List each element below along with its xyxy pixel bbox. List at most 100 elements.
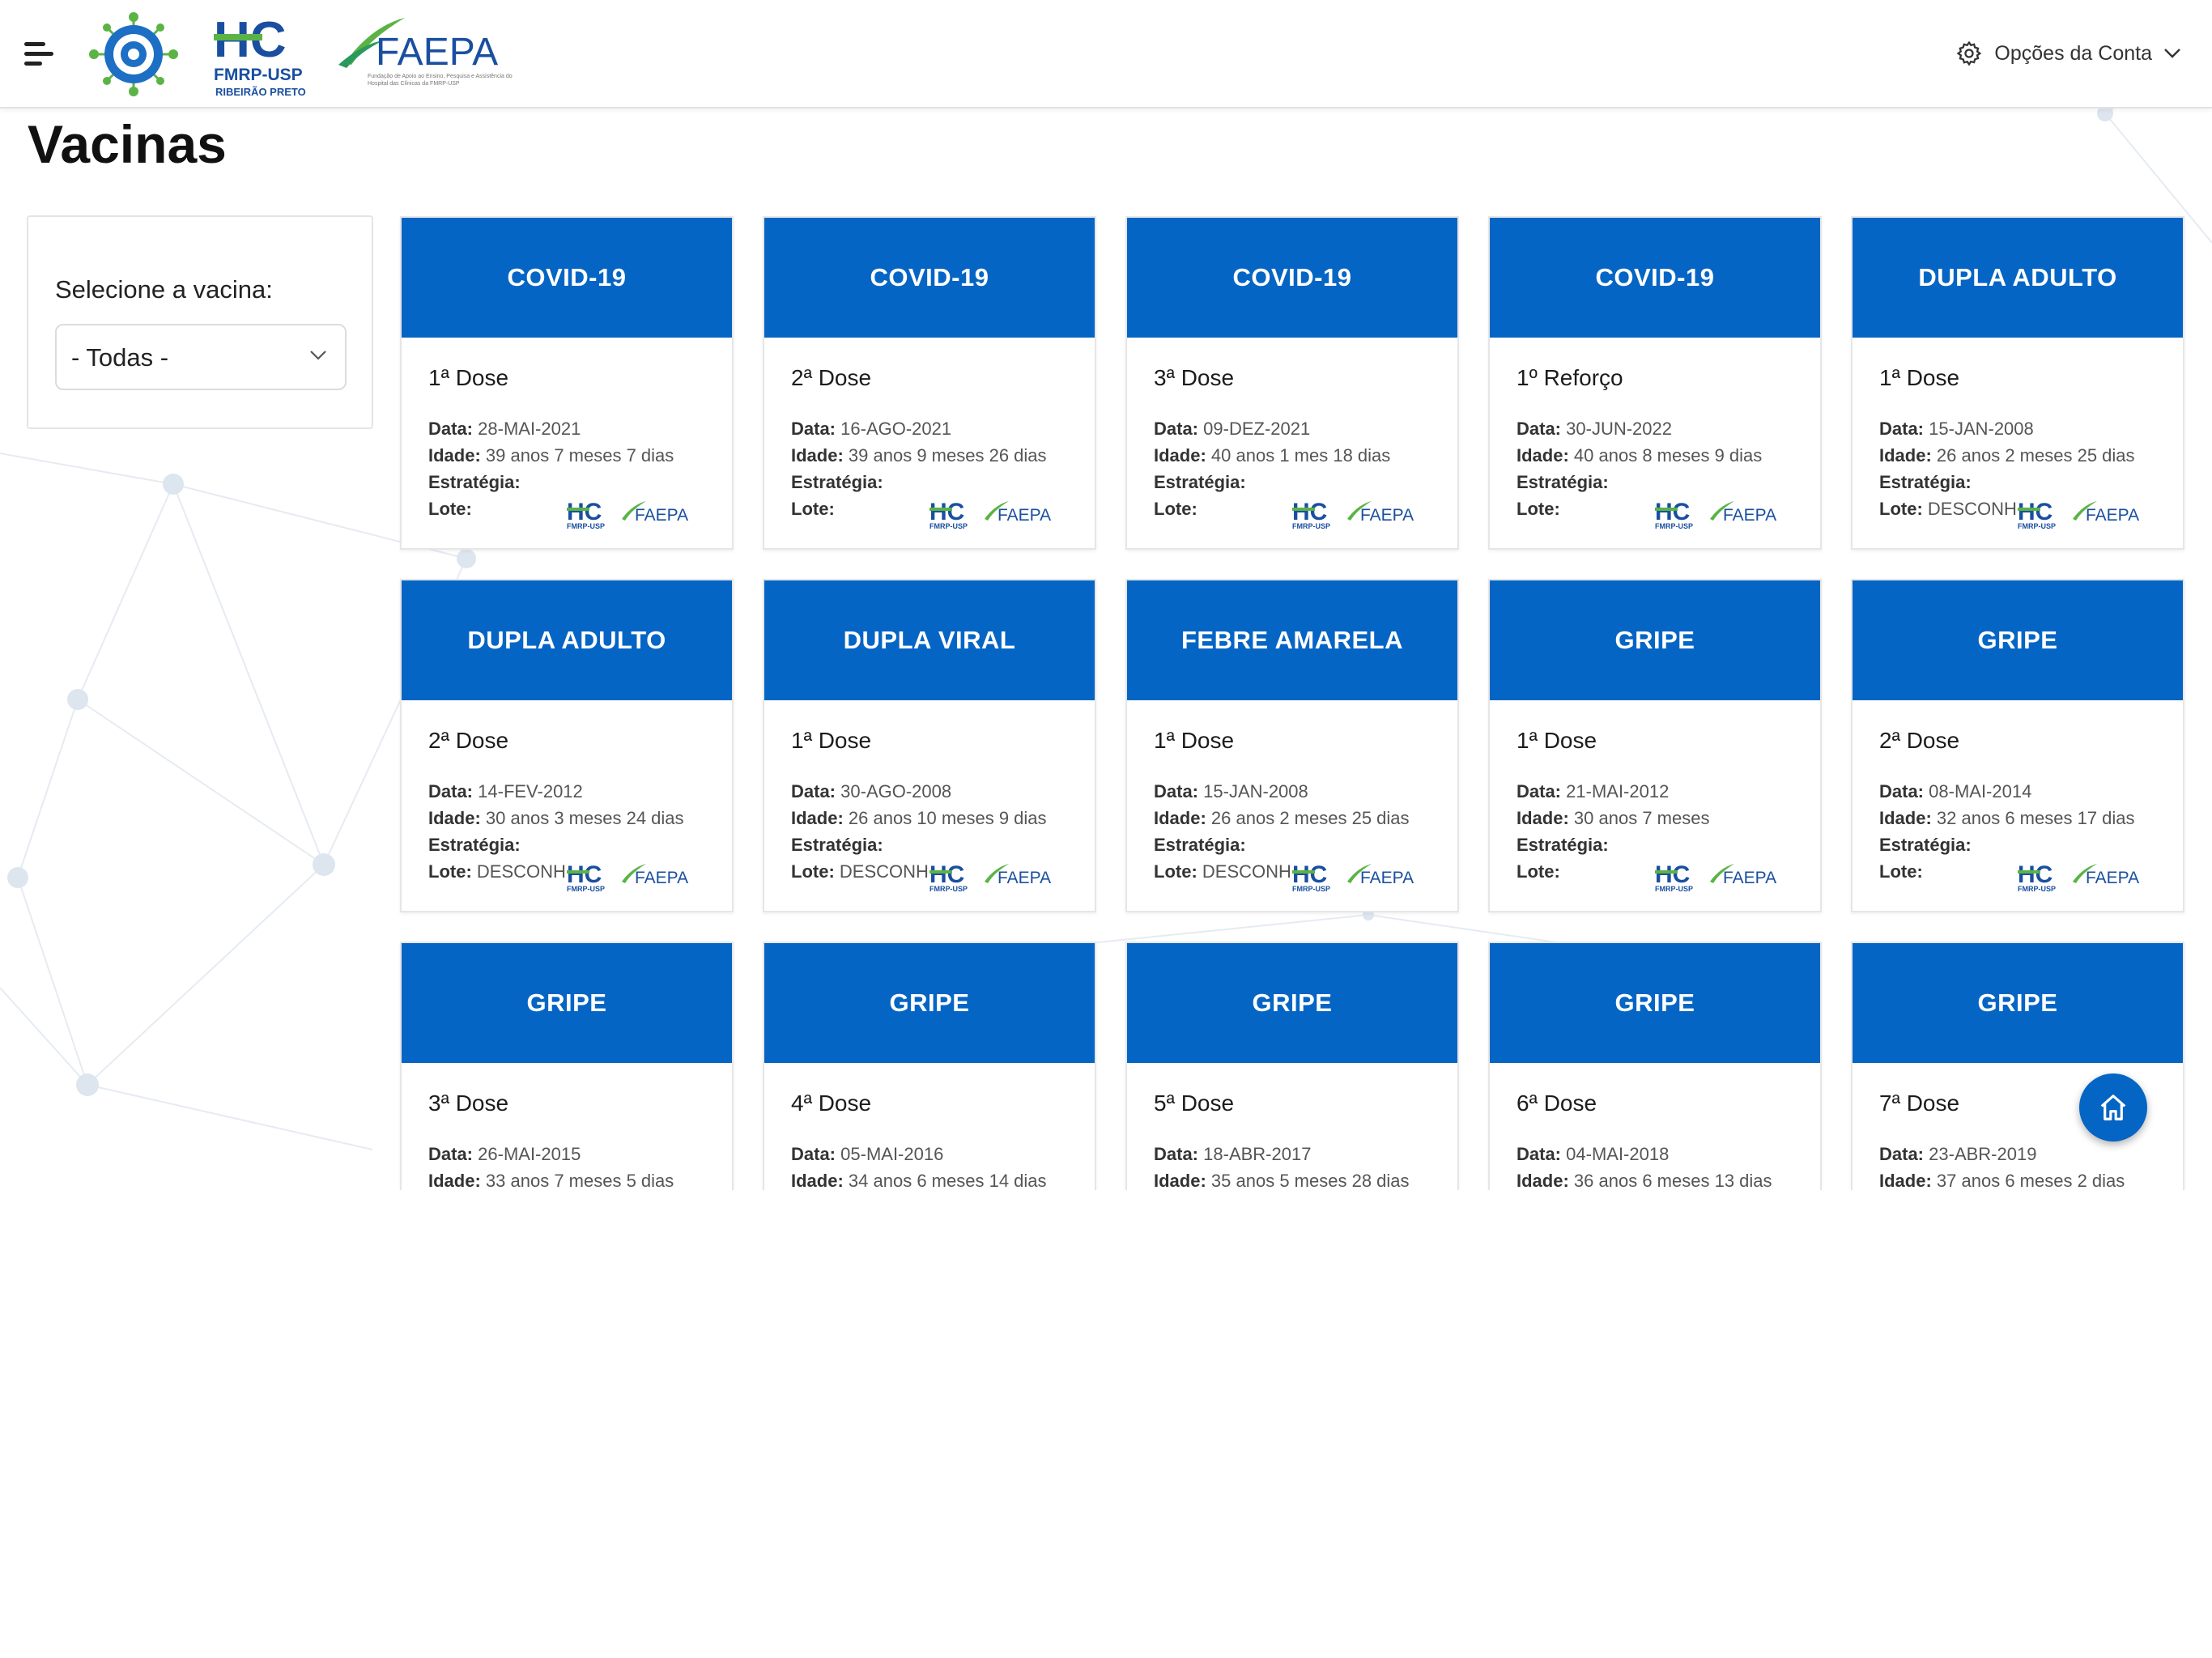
vaccine-card-header: GRIPE (1127, 943, 1457, 1063)
vaccine-date-row: Data: 18-ABR-2017 (1154, 1144, 1311, 1165)
account-options-label: Opções da Conta (1994, 41, 2152, 65)
vaccine-age: 36 anos 6 meses 13 dias (1573, 1171, 1772, 1190)
vaccine-card[interactable]: GRIPE 6ª Dose Data: 04-MAI-2018 Idade: 3… (1488, 942, 1822, 1190)
hamburger-menu-icon[interactable] (24, 40, 57, 70)
vaccine-age-row: Idade: 26 anos 2 meses 25 dias (1879, 445, 2135, 466)
vaccine-card[interactable]: FEBRE AMARELA 1ª Dose Data: 15-JAN-2008 … (1125, 579, 1459, 912)
vaccine-card[interactable]: DUPLA ADULTO 1ª Dose Data: 15-JAN-2008 I… (1851, 216, 2184, 550)
svg-text:FAEPA: FAEPA (2086, 506, 2139, 525)
faepa-tagline: Fundação de Apoio ao Ensino, Pesquisa e … (368, 74, 513, 87)
vaccine-batch-row: Lote: (791, 499, 835, 520)
vaccine-card[interactable]: DUPLA ADULTO 2ª Dose Data: 14-FEV-2012 I… (400, 579, 734, 912)
vaccine-card[interactable]: GRIPE 7ª Dose Data: 23-ABR-2019 Idade: 3… (1851, 942, 2184, 1190)
age-label: Idade: (428, 1171, 481, 1190)
vaccine-strategy-row: Estratégia: (1154, 472, 1246, 493)
batch-label: Lote: (1516, 861, 1560, 882)
vaccine-card-header: GRIPE (1853, 943, 2183, 1063)
date-label: Data: (1154, 1144, 1199, 1164)
vaccine-date: 30-JUN-2022 (1566, 419, 1672, 439)
date-label: Data: (428, 1144, 474, 1164)
vaccine-card-header: COVID-19 (1127, 218, 1457, 338)
age-label: Idade: (428, 808, 481, 828)
svg-text:FAEPA: FAEPA (1723, 506, 1776, 525)
vaccine-card[interactable]: GRIPE 3ª Dose Data: 26-MAI-2015 Idade: 3… (400, 942, 734, 1190)
vaccine-cards-grid: COVID-19 1ª Dose Data: 28-MAI-2021 Idade… (400, 216, 2184, 1190)
vaccine-date-row: Data: 14-FEV-2012 (428, 781, 583, 802)
hc-logo-mark: HC (214, 15, 287, 68)
age-label: Idade: (428, 445, 481, 466)
vaccine-dose: 3ª Dose (428, 1090, 509, 1116)
strategy-label: Estratégia: (1516, 835, 1609, 855)
vaccine-card[interactable]: GRIPE 4ª Dose Data: 05-MAI-2016 Idade: 3… (763, 942, 1096, 1190)
svg-text:FMRP-USP: FMRP-USP (567, 885, 605, 893)
chevron-down-icon (2164, 49, 2180, 58)
strategy-label: Estratégia: (791, 472, 883, 492)
vaccine-name: COVID-19 (870, 263, 989, 291)
batch-label: Lote: (428, 861, 472, 882)
strategy-label: Estratégia: (1154, 472, 1246, 492)
vaccine-name: GRIPE (889, 988, 970, 1017)
hc-logo-line1: FMRP-USP (214, 66, 303, 84)
date-label: Data: (1879, 1144, 1925, 1164)
vaccine-age: 26 anos 10 meses 9 dias (848, 808, 1047, 828)
vaccine-age-row: Idade: 32 anos 6 meses 17 dias (1879, 808, 2135, 829)
vaccine-date-row: Data: 30-AGO-2008 (791, 781, 951, 802)
vaccine-card[interactable]: GRIPE 2ª Dose Data: 08-MAI-2014 Idade: 3… (1851, 579, 2184, 912)
vaccine-age-row: Idade: 40 anos 8 meses 9 dias (1516, 445, 1762, 466)
vaccine-card-header: COVID-19 (402, 218, 732, 338)
vaccine-card[interactable]: COVID-19 3ª Dose Data: 09-DEZ-2021 Idade… (1125, 216, 1459, 550)
vaccine-card-header: DUPLA ADULTO (1853, 218, 2183, 338)
gear-icon (1957, 40, 1982, 66)
vaccine-card[interactable]: DUPLA VIRAL 1ª Dose Data: 30-AGO-2008 Id… (763, 579, 1096, 912)
svg-text:FMRP-USP: FMRP-USP (1655, 885, 1693, 893)
age-label: Idade: (1154, 445, 1206, 466)
card-institution-logos: HC FMRP-USP FAEPA (1291, 861, 1414, 895)
vaccine-card[interactable]: COVID-19 1º Reforço Data: 30-JUN-2022 Id… (1488, 216, 1822, 550)
vaccine-dose: 2ª Dose (1879, 728, 1960, 753)
vaccine-date-row: Data: 16-AGO-2021 (791, 419, 951, 440)
date-label: Data: (791, 781, 836, 801)
strategy-label: Estratégia: (791, 835, 883, 855)
vaccine-age: 39 anos 7 meses 7 dias (485, 445, 674, 466)
vaccine-date: 28-MAI-2021 (478, 419, 581, 439)
vaccine-batch-row: Lote: (1154, 499, 1197, 520)
vaccine-card[interactable]: COVID-19 1ª Dose Data: 28-MAI-2021 Idade… (400, 216, 734, 550)
vaccine-age: 30 anos 7 meses (1573, 808, 1710, 828)
vaccine-age-row: Idade: 26 anos 10 meses 9 dias (791, 808, 1047, 829)
vaccine-batch-row: Lote: (1879, 861, 1923, 882)
vaccine-date: 23-ABR-2019 (1929, 1144, 2037, 1164)
account-options-menu[interactable]: Opções da Conta (1955, 37, 2181, 70)
vaccine-name: GRIPE (1977, 626, 2058, 654)
vaccine-name: DUPLA VIRAL (843, 626, 1016, 654)
vaccine-age: 33 anos 7 meses 5 dias (485, 1171, 674, 1190)
vaccine-card[interactable]: GRIPE 1ª Dose Data: 21-MAI-2012 Idade: 3… (1488, 579, 1822, 912)
svg-text:FMRP-USP: FMRP-USP (2018, 885, 2056, 893)
vaccine-age: 35 anos 5 meses 28 dias (1210, 1171, 1410, 1190)
vaccination-network-logo (89, 12, 178, 96)
age-label: Idade: (1516, 808, 1569, 828)
card-institution-logos: HC FMRP-USP FAEPA (928, 861, 1051, 895)
svg-text:FMRP-USP: FMRP-USP (929, 522, 968, 530)
vaccine-name: COVID-19 (507, 263, 627, 291)
vaccine-card[interactable]: COVID-19 2ª Dose Data: 16-AGO-2021 Idade… (763, 216, 1096, 550)
card-institution-logos: HC FMRP-USP FAEPA (928, 498, 1051, 532)
vaccine-date: 30-AGO-2008 (840, 781, 952, 801)
vaccine-date-row: Data: 04-MAI-2018 (1516, 1144, 1669, 1165)
home-fab-button[interactable] (2079, 1073, 2147, 1141)
vaccine-dose: 2ª Dose (791, 365, 872, 390)
svg-text:FAEPA: FAEPA (1360, 506, 1414, 525)
card-institution-logos: HC FMRP-USP FAEPA (1291, 498, 1414, 532)
vaccine-date-row: Data: 08-MAI-2014 (1879, 781, 2031, 802)
batch-label: Lote: (1154, 861, 1197, 882)
vaccine-card[interactable]: GRIPE 5ª Dose Data: 18-ABR-2017 Idade: 3… (1125, 942, 1459, 1190)
card-institution-logos: HC FMRP-USP FAEPA (1653, 498, 1776, 532)
vaccine-age: 37 anos 6 meses 2 dias (1936, 1171, 2125, 1190)
strategy-label: Estratégia: (428, 835, 521, 855)
vaccine-strategy-row: Estratégia: (428, 472, 521, 493)
vaccine-age: 40 anos 8 meses 9 dias (1573, 445, 1763, 466)
vaccine-name: COVID-19 (1595, 263, 1715, 291)
vaccine-date: 21-MAI-2012 (1566, 781, 1670, 801)
svg-text:FMRP-USP: FMRP-USP (1292, 522, 1330, 530)
date-label: Data: (1516, 419, 1562, 439)
age-label: Idade: (791, 445, 844, 466)
